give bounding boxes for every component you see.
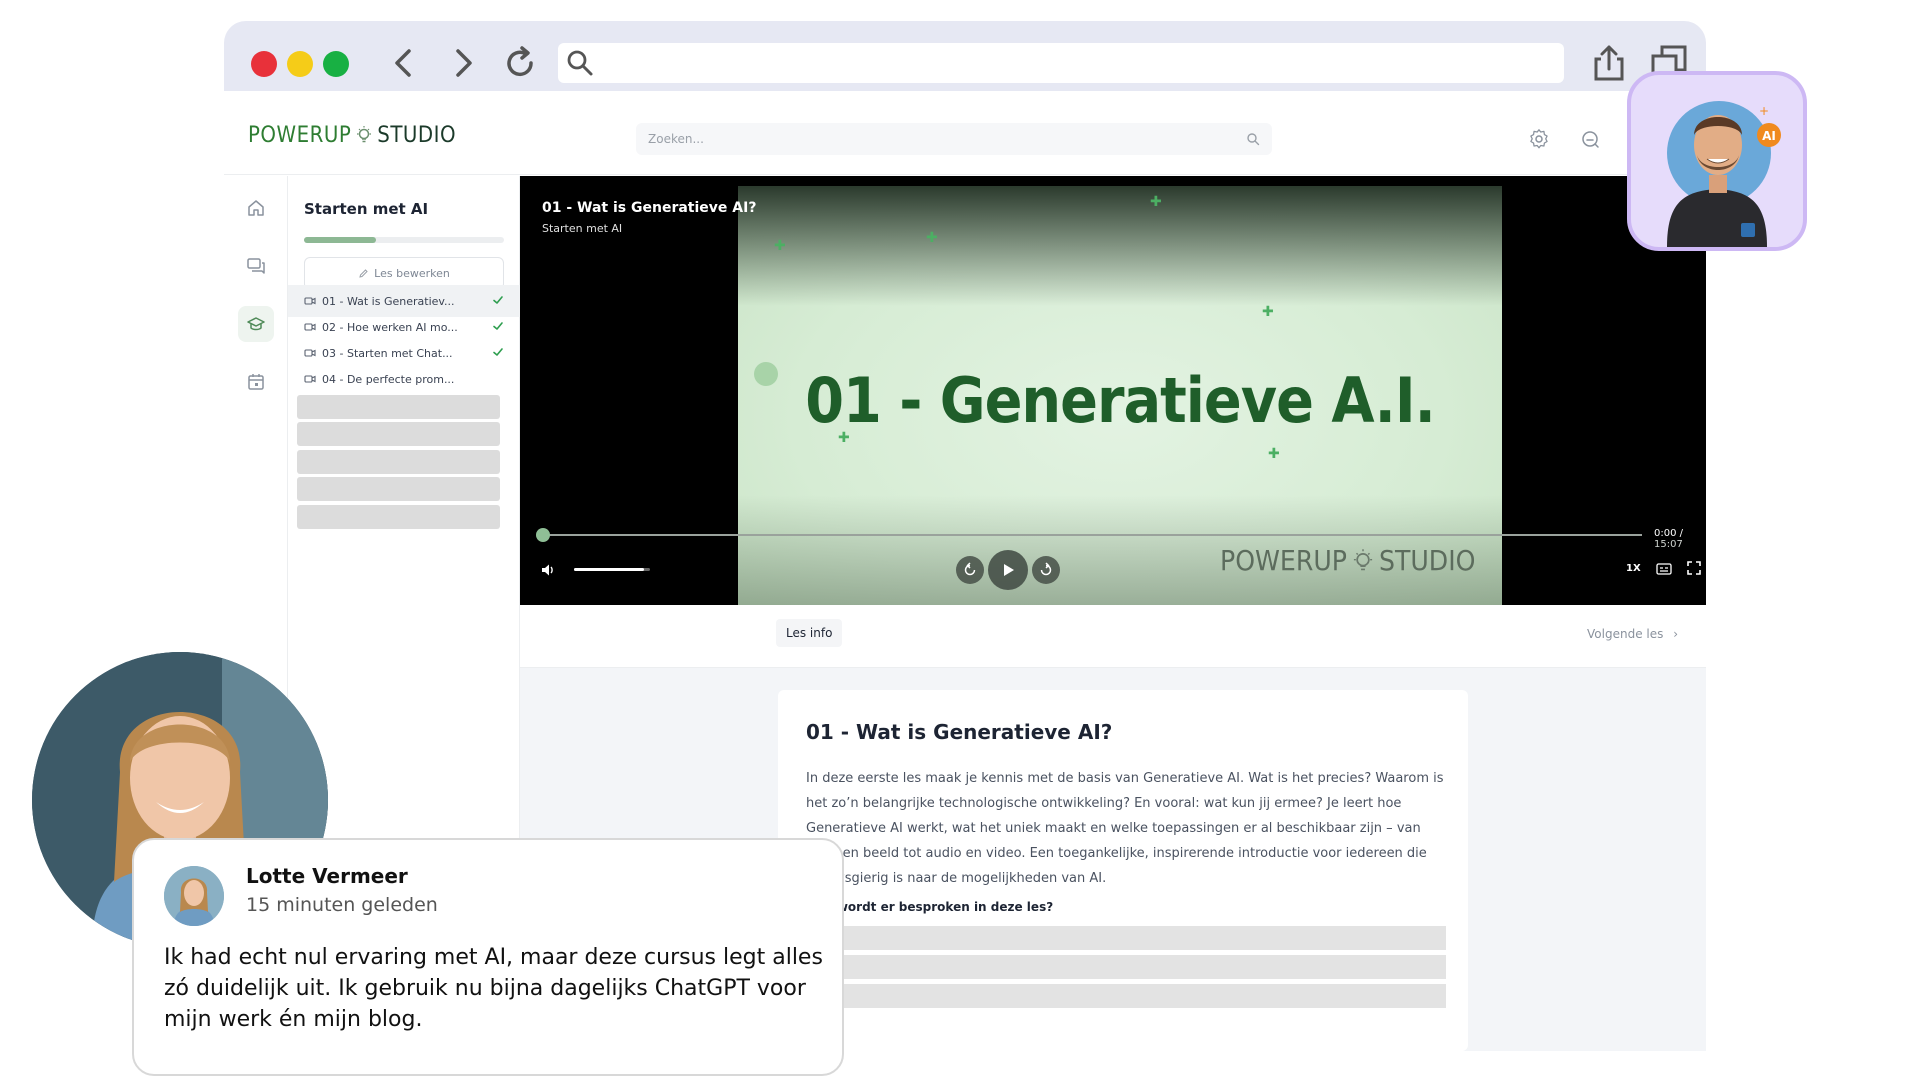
back-icon[interactable] — [384, 43, 424, 83]
video-title: 01 - Wat is Generatieve AI? — [542, 200, 757, 216]
chevron-right-icon: › — [1673, 627, 1678, 641]
search-placeholder: Zoeken... — [648, 132, 704, 146]
testimonial-timestamp: 15 minuten geleden — [246, 894, 438, 916]
lesson-placeholder — [297, 422, 500, 446]
search-icon — [1247, 133, 1260, 146]
check-icon — [493, 296, 503, 304]
lesson-item-label: 03 - Starten met Chat... — [322, 346, 453, 360]
browser-toolbar — [224, 21, 1706, 91]
chat-icon[interactable] — [1579, 128, 1601, 150]
messages-icon — [247, 258, 265, 274]
lesson-tabs: Les info Volgende les › — [520, 605, 1706, 668]
search-icon — [567, 50, 593, 76]
seek-handle[interactable] — [536, 528, 550, 542]
lightbulb-icon — [357, 126, 372, 143]
avatar — [164, 866, 224, 926]
video-camera-icon — [304, 349, 316, 357]
video-player[interactable]: ✚ ✚ ✚ ✚ ✚ ✚ 01 - Generatieve A.I. POWERU… — [520, 176, 1706, 605]
time-separator: / — [1679, 528, 1684, 539]
svg-text:+: + — [1759, 104, 1769, 118]
duration: 15:07 — [1654, 539, 1683, 550]
lesson-description: In deze eerste les maak je kennis met de… — [806, 771, 1444, 886]
slide-brand-right: STUDIO — [1378, 544, 1476, 577]
captions-icon[interactable] — [1656, 562, 1672, 576]
lesson-placeholder — [297, 395, 500, 419]
home-icon — [248, 200, 264, 216]
course-title: Starten met AI — [304, 200, 429, 218]
fullscreen-icon[interactable] — [1686, 560, 1702, 576]
current-time: 0:00 — [1654, 528, 1677, 539]
video-camera-icon — [304, 375, 316, 383]
play-button[interactable] — [988, 550, 1028, 590]
lesson-heading: 01 - Wat is Generatieve AI? — [806, 720, 1113, 744]
video-camera-icon — [304, 323, 316, 331]
fast-forward-icon — [1040, 562, 1052, 576]
video-camera-icon — [304, 297, 316, 305]
playback-speed-button[interactable]: 1X — [1626, 563, 1641, 574]
app-header: POWERUP STUDIO Zoeken... — [224, 91, 1706, 175]
slide-title: 01 - Generatieve A.I. — [805, 364, 1436, 437]
topic-placeholder — [806, 984, 1446, 1008]
play-icon — [1004, 564, 1014, 576]
rewind-button[interactable] — [956, 556, 984, 584]
check-icon — [493, 348, 503, 356]
instructor-illustration: AI + — [1667, 101, 1781, 247]
edit-lesson-label: Les bewerken — [374, 267, 450, 280]
course-progress-fill — [304, 237, 376, 243]
search-input[interactable]: Zoeken... — [636, 123, 1272, 155]
course-progress-bar — [304, 237, 504, 243]
video-shade-top — [738, 186, 1502, 306]
topic-placeholder — [806, 926, 1446, 950]
nav-calendar[interactable] — [238, 364, 274, 400]
lesson-item-label: 02 - Hoe werken AI mo... — [322, 320, 458, 334]
video-frame: ✚ ✚ ✚ ✚ ✚ ✚ 01 - Generatieve A.I. POWERU… — [738, 186, 1502, 605]
minimize-window-button[interactable] — [287, 51, 313, 77]
lesson-item-label: 01 - Wat is Generatiev... — [322, 294, 455, 308]
tab-lesson-info[interactable]: Les info — [776, 619, 843, 647]
ai-instructor-avatar: AI + — [1627, 71, 1807, 251]
logo-text-right: STUDIO — [377, 122, 457, 148]
lesson-item-label: 04 - De perfecte prom... — [322, 372, 455, 386]
calendar-icon — [248, 374, 264, 390]
check-icon — [493, 322, 503, 330]
volume-level — [574, 568, 644, 571]
avatar-image — [164, 866, 224, 926]
lesson-placeholder — [297, 450, 500, 474]
nav-home[interactable] — [238, 190, 274, 226]
gear-icon[interactable] — [1528, 128, 1550, 150]
ai-badge-text: AI — [1762, 129, 1776, 143]
testimonial-author: Lotte Vermeer — [246, 864, 408, 888]
forward-button[interactable] — [1032, 556, 1060, 584]
seek-bar[interactable] — [542, 534, 1642, 536]
address-bar[interactable] — [558, 43, 1564, 83]
next-lesson-label: Volgende les — [1587, 627, 1664, 641]
time-display: 0:00 / 15:07 — [1654, 528, 1706, 550]
share-icon[interactable] — [1589, 43, 1629, 83]
slide-brand-left: POWERUP — [1220, 544, 1347, 577]
lesson-placeholder — [297, 477, 500, 501]
slide-brand: POWERUP STUDIO — [1220, 544, 1475, 577]
video-subtitle: Starten met AI — [542, 222, 623, 235]
graduation-cap-icon — [247, 317, 265, 331]
volume-icon[interactable] — [540, 562, 556, 578]
logo[interactable]: POWERUP STUDIO — [248, 121, 456, 149]
reload-icon[interactable] — [500, 43, 540, 83]
forward-icon[interactable] — [443, 43, 483, 83]
next-lesson-link[interactable]: Volgende les › — [1587, 627, 1678, 641]
pencil-icon — [359, 269, 368, 278]
testimonial-text: Ik had echt nul ervaring met AI, maar de… — [164, 945, 823, 1032]
lightbulb-icon — [1353, 548, 1373, 570]
nav-discussions[interactable] — [238, 248, 274, 284]
lesson-item[interactable]: 04 - De perfecte prom... — [288, 363, 520, 395]
lesson-info-card: 01 - Wat is Generatieve AI? In deze eers… — [778, 690, 1468, 1051]
rewind-icon — [964, 562, 976, 576]
nav-courses[interactable] — [238, 306, 274, 342]
lesson-placeholder — [297, 505, 500, 529]
close-window-button[interactable] — [251, 51, 277, 77]
topic-placeholder — [806, 955, 1446, 979]
maximize-window-button[interactable] — [323, 51, 349, 77]
testimonial-card: Lotte Vermeer 15 minuten geleden Ik had … — [132, 838, 844, 1076]
logo-text-left: POWERUP — [248, 122, 352, 148]
